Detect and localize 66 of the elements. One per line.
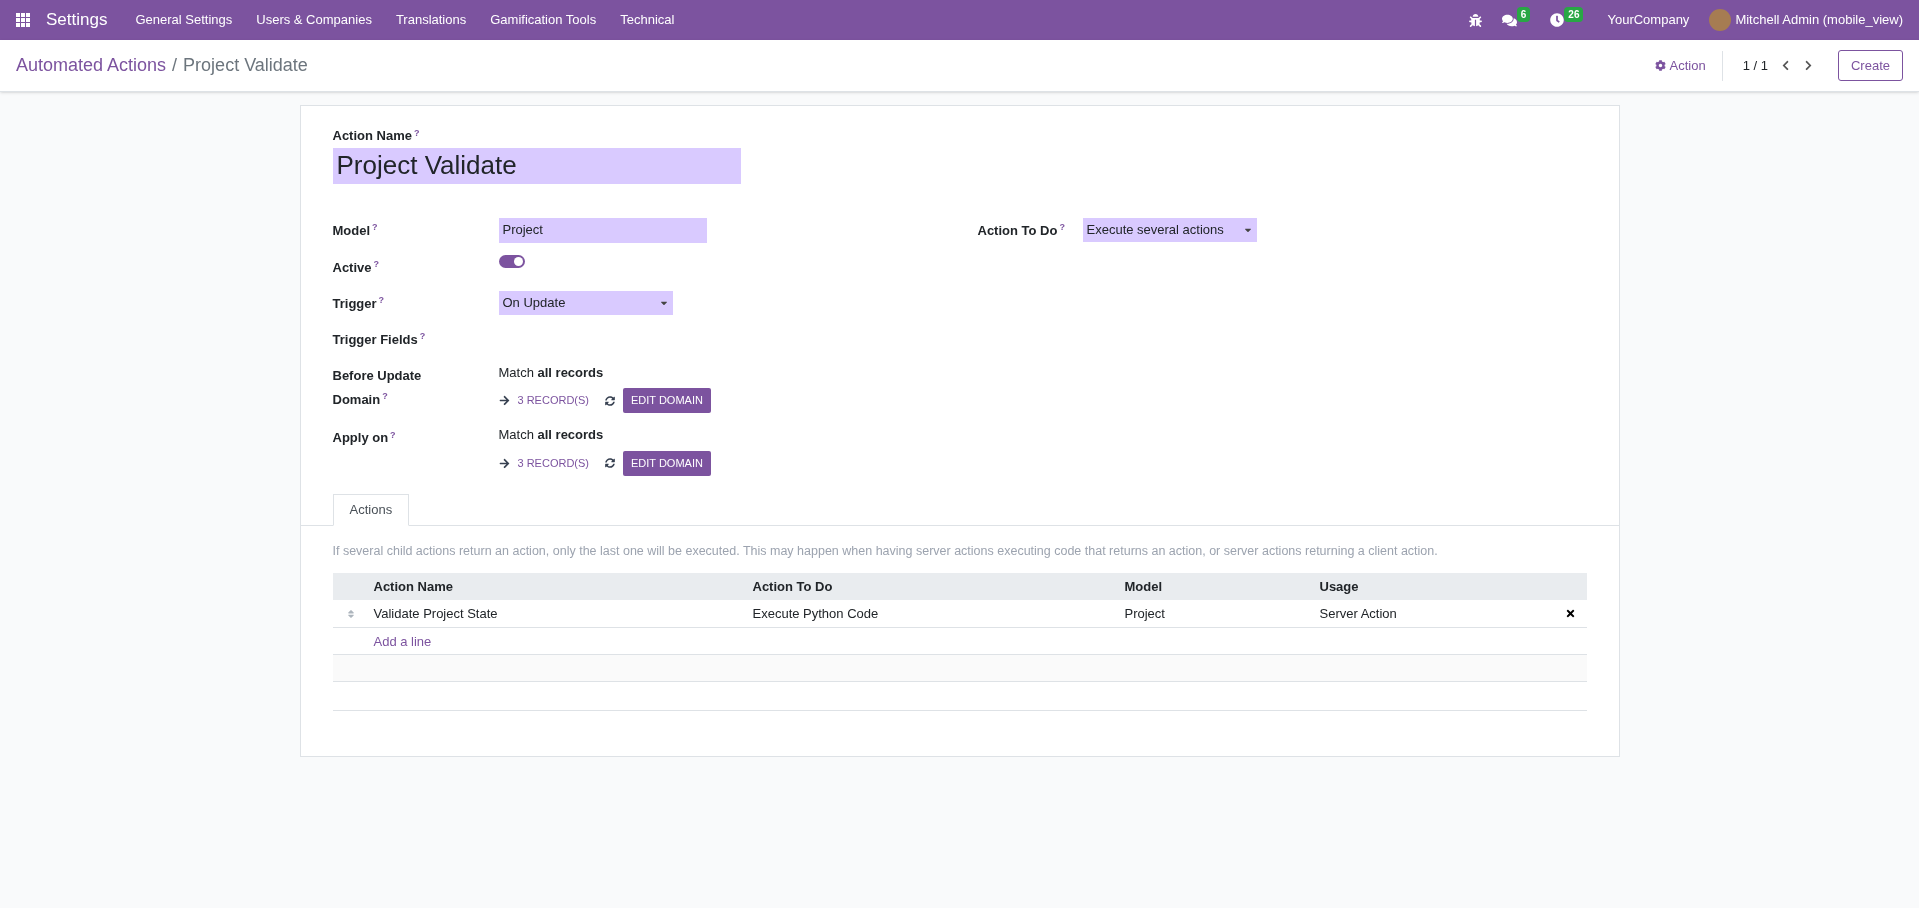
refresh-icon[interactable] — [605, 458, 615, 468]
clock-icon[interactable] — [1550, 13, 1565, 27]
gear-icon — [1654, 60, 1666, 71]
field-label: Apply on$^{?}$ — [332, 430, 396, 445]
help-mark[interactable]: ? — [378, 295, 385, 305]
menu-item[interactable]: Gamification Tools — [490, 10, 597, 30]
column-header[interactable]: Action To Do — [748, 577, 1121, 597]
help-mark[interactable]: ? — [382, 391, 388, 401]
field-label: Model$^{?}$ — [332, 222, 378, 238]
app-title[interactable]: Settings — [46, 7, 108, 33]
chat-icon[interactable] — [1501, 12, 1517, 28]
model-field[interactable]: Project — [498, 217, 707, 243]
apps-grid-icon[interactable] — [16, 13, 30, 27]
menu-item[interactable]: General Settings — [135, 10, 233, 30]
domain-summary: Match all records — [498, 426, 605, 444]
select-field[interactable]: Execute several actions — [1082, 217, 1257, 242]
field-label: Trigger$^{?}$ — [332, 295, 385, 311]
column-header[interactable]: Action Name — [369, 577, 749, 597]
menu-item[interactable]: Translations — [395, 10, 467, 30]
column-header[interactable]: Model — [1120, 577, 1316, 597]
records-link[interactable]: 3 RECORD(S) — [517, 454, 589, 472]
help-mark[interactable]: ? — [419, 331, 426, 341]
help-mark[interactable]: ? — [1059, 222, 1065, 232]
menu-item[interactable]: Users & Companies — [256, 10, 372, 30]
column-header[interactable]: Usage — [1315, 577, 1555, 597]
add-line-link[interactable]: Add a line — [369, 631, 436, 651]
arrow-right-icon — [498, 457, 510, 469]
field-label: Action Name$^{?}$ — [332, 126, 421, 145]
arrow-right-icon — [498, 395, 510, 406]
count-badge: 6 — [1516, 6, 1531, 22]
breadcrumb-current: Project Validate — [183, 54, 308, 77]
breadcrumb-link[interactable]: Automated Actions — [16, 52, 167, 79]
refresh-icon[interactable] — [605, 395, 615, 406]
domain-summary: Match all records — [498, 363, 605, 382]
field-label: Action To Do$^{?}$ — [977, 222, 1065, 238]
breadcrumb-separator: / — [172, 54, 178, 77]
help-mark[interactable]: ? — [372, 222, 378, 232]
field-label: Trigger Fields$^{?}$ — [332, 331, 426, 347]
pager-value: 1 / 1 — [1742, 56, 1768, 75]
table-cell: Server Action — [1319, 606, 1397, 621]
toggle-switch[interactable] — [498, 254, 525, 268]
table-cell: Project — [1124, 606, 1165, 621]
bug-icon[interactable] — [1468, 13, 1482, 27]
tab[interactable]: Actions — [332, 493, 410, 526]
info-text: If several child actions return an action, only the last one will be executed. This may happen when having server actions executing code that returns an action, or server actions returning a client action. — [332, 542, 1439, 560]
records-link[interactable]: 3 RECORD(S) — [517, 392, 589, 409]
field-label: Before Update Domain$^{?}$ — [332, 367, 422, 407]
action-name-field[interactable]: Project Validate — [332, 147, 741, 184]
edit-domain-button[interactable]: EDIT DOMAIN — [623, 388, 711, 413]
help-mark[interactable]: ? — [390, 429, 396, 440]
count-badge: 26 — [1564, 6, 1584, 22]
help-mark[interactable]: ? — [373, 259, 380, 269]
avatar-image — [1709, 9, 1732, 31]
create-button[interactable]: Create — [1837, 50, 1903, 81]
table-cell: Execute Python Code — [752, 606, 879, 621]
user-menu[interactable]: Mitchell Admin (mobile_view) — [1735, 10, 1903, 30]
help-mark[interactable]: ? — [413, 127, 420, 138]
drag-handle-icon[interactable] — [346, 608, 356, 619]
company-switcher[interactable]: YourCompany — [1607, 10, 1690, 30]
edit-domain-button[interactable]: EDIT DOMAIN — [623, 450, 711, 476]
action-menu-button[interactable]: Action — [1654, 50, 1723, 81]
table-cell: Validate Project State — [373, 606, 498, 621]
delete-icon[interactable] — [1565, 608, 1576, 620]
menu-item[interactable]: Technical — [620, 10, 675, 30]
select-field[interactable]: On Update — [498, 290, 673, 315]
field-label: Active$^{?}$ — [332, 259, 380, 275]
